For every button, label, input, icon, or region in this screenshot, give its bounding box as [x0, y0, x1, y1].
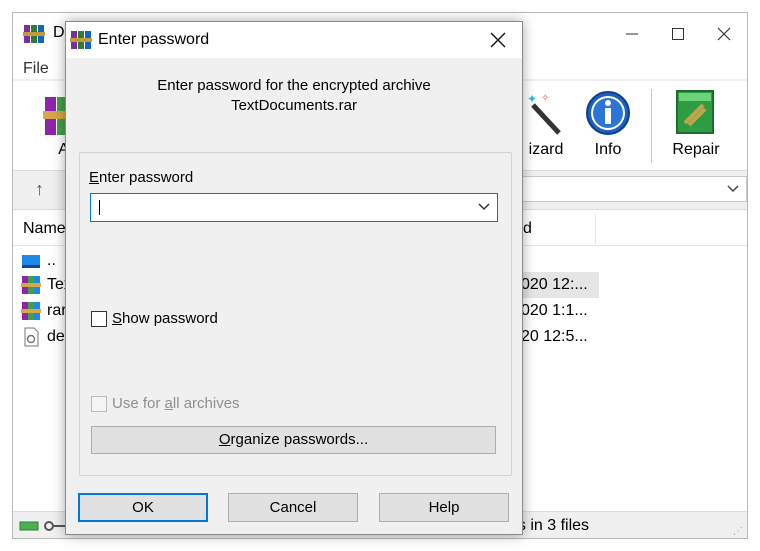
chevron-down-icon — [727, 185, 739, 193]
wizard-wand-icon: ✦ ✧ — [527, 92, 561, 135]
settings-file-icon — [24, 327, 39, 347]
dialog-close-button[interactable] — [478, 22, 518, 58]
show-password-accel: S — [112, 310, 123, 327]
use-all-text-post: ll archives — [172, 395, 240, 412]
resize-grip-icon[interactable]: ⋰ — [733, 526, 743, 537]
show-password-checkbox[interactable] — [91, 311, 107, 327]
file-date: 20 12:5... — [521, 328, 588, 345]
password-label: Enter password — [89, 169, 193, 186]
info-icon — [586, 91, 630, 135]
path-combobox[interactable] — [513, 176, 747, 202]
dialog-titlebar: Enter password — [66, 22, 522, 58]
repair-icon — [676, 90, 714, 134]
rar-archive-icon — [21, 276, 41, 294]
text-caret — [99, 200, 100, 215]
minimize-button[interactable] — [609, 13, 655, 55]
column-header-modified[interactable]: d — [523, 220, 532, 238]
use-for-all-archives-label[interactable]: Use for all archives — [112, 395, 240, 412]
organize-accel: O — [218, 431, 231, 448]
password-label-accel: E — [89, 169, 100, 186]
close-icon — [490, 32, 506, 48]
rar-archive-icon — [21, 302, 41, 320]
up-arrow-icon[interactable]: ↑ — [35, 179, 44, 200]
menu-file[interactable]: File — [23, 60, 49, 78]
use-for-all-archives-checkbox[interactable] — [91, 396, 107, 412]
maximize-button[interactable] — [655, 13, 701, 55]
password-input[interactable] — [90, 193, 498, 222]
toolbar-repair-label: Repair — [672, 141, 720, 158]
close-icon — [717, 27, 731, 41]
parent-folder-icon — [22, 255, 40, 268]
file-name: .. — [47, 252, 56, 269]
use-all-text-pre: Use for — [112, 395, 165, 412]
archive-name: TextDocuments.rar — [231, 97, 357, 114]
toolbar-info-button[interactable]: Info — [573, 85, 643, 165]
winrar-app-icon — [23, 25, 45, 43]
column-header-name[interactable]: Name — [23, 220, 66, 238]
organize-passwords-button[interactable]: Organize passwords... — [91, 426, 496, 454]
file-name: de — [47, 328, 65, 345]
column-divider — [595, 214, 596, 244]
chevron-down-icon[interactable] — [476, 199, 492, 215]
minimize-icon — [626, 33, 638, 35]
maximize-icon — [672, 28, 684, 40]
svg-text:✧: ✧ — [541, 93, 549, 104]
toolbar-separator — [651, 89, 652, 163]
enter-password-dialog: Enter password Enter password for the en… — [65, 21, 523, 535]
ok-button[interactable]: OK — [78, 493, 208, 522]
organize-text: rganize passwords... — [230, 431, 369, 448]
toolbar-info-label: Info — [594, 141, 622, 158]
show-password-label[interactable]: Show password — [112, 310, 218, 327]
show-password-text: how password — [122, 310, 218, 327]
main-window-title: D — [53, 24, 65, 41]
svg-text:✦: ✦ — [527, 92, 537, 106]
toolbar-repair-button[interactable]: Repair — [661, 85, 731, 165]
drive-key-icon — [19, 521, 65, 531]
use-all-accel: a — [164, 395, 173, 412]
file-date: 020 1:1... — [521, 302, 588, 319]
password-label-text: nter password — [99, 169, 194, 186]
winrar-app-icon — [70, 31, 92, 49]
help-button[interactable]: Help — [379, 493, 509, 522]
dialog-prompt: Enter password for the encrypted archive… — [66, 76, 522, 116]
file-name: rar — [47, 302, 67, 319]
dialog-title: Enter password — [98, 31, 210, 48]
main-close-button[interactable] — [701, 13, 747, 55]
cancel-button[interactable]: Cancel — [228, 493, 358, 522]
file-date: 020 12:... — [521, 276, 588, 293]
prompt-line-1: Enter password for the encrypted archive — [157, 77, 431, 94]
